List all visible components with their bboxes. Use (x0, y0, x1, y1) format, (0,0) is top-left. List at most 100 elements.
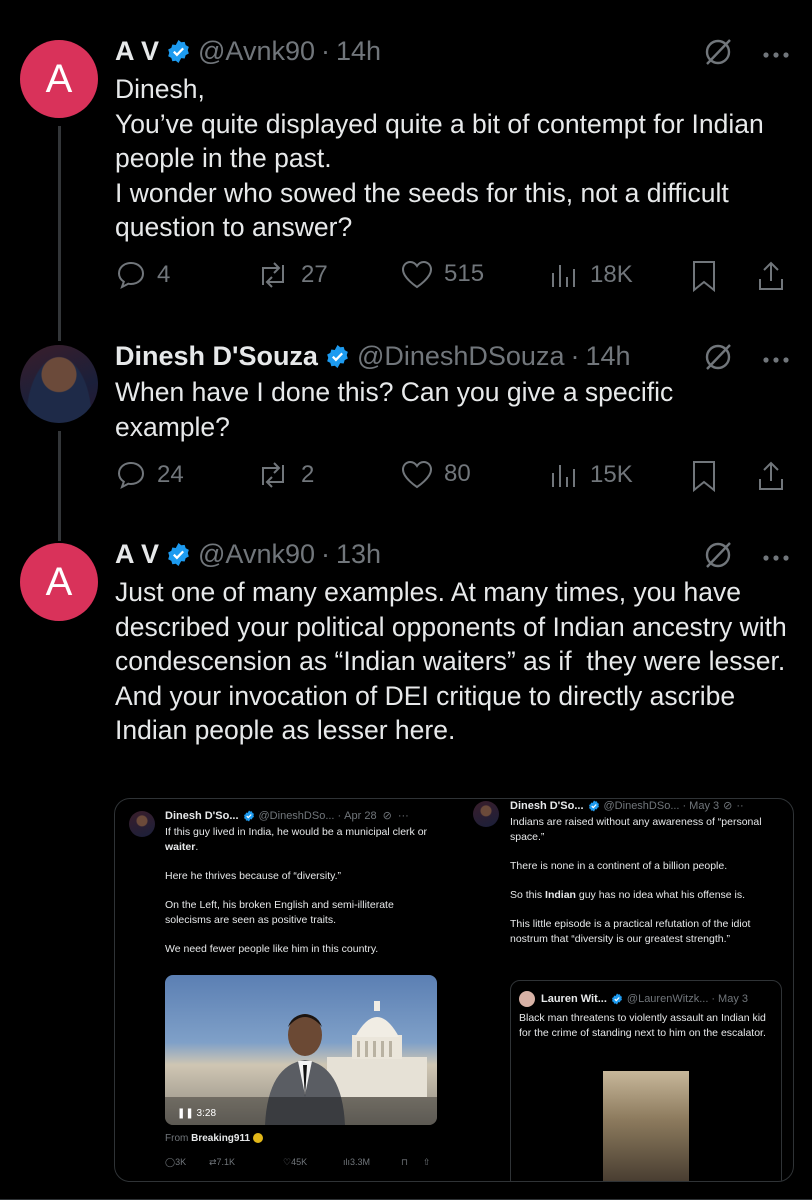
embed-left-time: Apr 28 (344, 809, 377, 822)
tweet-text-content: When have I done this? Can you give a sp… (115, 377, 681, 442)
views-count: 15K (590, 461, 633, 488)
tweet-text: Dinesh, You’ve quite displayed quite a b… (115, 72, 795, 245)
embed-bookmark-icon: ⊓ (401, 1157, 409, 1167)
more-icon[interactable] (762, 46, 790, 64)
tweet-2[interactable]: Dinesh D'Souza @DineshDSouza · 14h When … (0, 335, 812, 541)
reply-button[interactable]: 24 (115, 459, 184, 491)
embed-left-header: Dinesh D'So... @DineshDSo... · Apr 28 ⊘ … (165, 809, 409, 823)
tweet-text: When have I done this? Can you give a sp… (115, 375, 795, 444)
repost-button[interactable]: 27 (255, 259, 328, 291)
views-button[interactable]: 15K (548, 459, 633, 491)
verified-badge-icon (166, 542, 191, 567)
heart-icon (401, 260, 433, 289)
repost-count: 2 (301, 461, 315, 488)
views-icon (552, 465, 575, 487)
quote-header: Lauren Wit... @LaurenWitzk... · May 3 (519, 991, 748, 1007)
bookmark-button[interactable] (690, 259, 718, 293)
repost-icon (262, 462, 284, 488)
more-icon: ··· (397, 809, 409, 822)
share-icon (759, 461, 783, 490)
verified-badge-icon (166, 39, 191, 64)
tweet-text-content: Dinesh, You’ve quite displayed quite a b… (115, 74, 764, 242)
quote-text-content: Black man threatens to violently assault… (519, 1012, 766, 1039)
like-count: 80 (444, 460, 471, 487)
thread-line (58, 431, 61, 541)
embed-right-p4: This little episode is a practical refut… (510, 918, 751, 945)
embed-right-p3-end: guy has no idea what his offense is. (575, 889, 746, 901)
quote-video-thumbnail (603, 1071, 689, 1181)
author-name[interactable]: A V (115, 36, 159, 67)
more-icon[interactable] (762, 549, 790, 567)
embed-reply: ◯ 3K (165, 1157, 187, 1167)
embed-left-p2: Here he thrives because of “diversity.” (165, 870, 342, 882)
like-button[interactable]: 515 (400, 259, 484, 289)
author-handle[interactable]: @DineshDSouza (357, 341, 565, 372)
reply-button[interactable]: 4 (115, 259, 170, 291)
embed-left-name: Dinesh D'So... (165, 809, 239, 822)
share-icon (759, 261, 783, 290)
embed-right-time: May 3 (689, 799, 720, 812)
embed-quote-tweet: Lauren Wit... @LaurenWitzk... · May 3 Bl… (510, 980, 782, 1181)
author-name[interactable]: A V (115, 539, 159, 570)
separator-dot: · (570, 341, 580, 371)
tweet-top-actions (702, 539, 790, 576)
grok-icon: ⊘ (382, 810, 392, 822)
grok-icon: ⊘ (723, 800, 733, 812)
embed-right-name: Dinesh D'So... (510, 799, 584, 812)
reply-count: 4 (157, 261, 171, 288)
embed-share-icon: ⇧ (423, 1157, 431, 1167)
grok-icon[interactable] (702, 36, 734, 73)
tweet-1[interactable]: A A V @Avnk90 · 14h Dinesh, You’ve quite… (0, 0, 812, 341)
tweet-text: Just one of many examples. At many times… (115, 575, 795, 748)
quote-handle: @LaurenWitzk... (626, 993, 709, 1005)
tweet-actions: 4 27 515 18K (115, 259, 805, 293)
views-button[interactable]: 18K (548, 259, 633, 291)
verified-gold-icon (252, 1133, 263, 1144)
embed-left-avatar (129, 811, 155, 837)
author-handle[interactable]: @Avnk90 (198, 539, 315, 570)
timestamp[interactable]: 13h (336, 539, 381, 570)
timestamp[interactable]: 14h (336, 36, 381, 67)
bookmark-button[interactable] (690, 459, 718, 493)
reply-icon (117, 461, 145, 490)
separator-dot: · (711, 993, 716, 1005)
more-icon[interactable] (762, 351, 790, 369)
embed-right-p3-bold: Indian (545, 889, 576, 901)
embed-right-avatar (473, 801, 499, 827)
bookmark-icon (693, 461, 715, 493)
tweet-header: A V @Avnk90 · 13h (115, 539, 381, 570)
embed-left-p3: On the Left, his broken English and semi… (165, 899, 394, 926)
embed-video-thumbnail: ❚❚ 3:28 (165, 975, 437, 1125)
video-duration: ❚❚ 3:28 (177, 1108, 217, 1119)
tweet-top-actions (702, 36, 790, 73)
embed-like-count: 45K (291, 1157, 308, 1167)
avatar-letter: A (45, 559, 73, 604)
embed-left-line1: If this guy lived in India, he would be … (165, 826, 428, 838)
share-button[interactable] (755, 259, 787, 293)
avatar[interactable] (20, 345, 98, 423)
reply-icon (117, 261, 145, 290)
separator-dot: · (337, 809, 342, 822)
tweet-image-attachment[interactable]: Dinesh D'So... @DineshDSo... · Apr 28 ⊘ … (114, 798, 794, 1182)
tweet-actions: 24 2 80 15K (115, 459, 805, 493)
author-name[interactable]: Dinesh D'Souza (115, 341, 318, 372)
embed-right-handle: @DineshDSo... (603, 799, 680, 812)
grok-icon[interactable] (702, 341, 734, 378)
separator-dot: · (682, 799, 687, 812)
repost-button[interactable]: 2 (255, 459, 314, 491)
embed-like: ♡ 45K (283, 1157, 308, 1167)
embed-repost-count: 7.1K (216, 1157, 236, 1167)
tweet-header: Dinesh D'Souza @DineshDSouza · 14h (115, 341, 631, 372)
quote-name: Lauren Wit... (541, 993, 607, 1005)
embed-left-text: If this guy lived in India, he would be … (165, 825, 440, 971)
grok-icon[interactable] (702, 539, 734, 576)
embed-reply-count: 3K (175, 1157, 187, 1167)
share-button[interactable] (755, 459, 787, 493)
timestamp[interactable]: 14h (585, 341, 630, 372)
avatar[interactable]: A (20, 543, 98, 621)
embed-from: From Breaking911 (165, 1133, 263, 1144)
like-button[interactable]: 80 (400, 459, 471, 489)
like-count: 515 (444, 260, 485, 287)
avatar[interactable]: A (20, 40, 98, 118)
author-handle[interactable]: @Avnk90 (198, 36, 315, 67)
